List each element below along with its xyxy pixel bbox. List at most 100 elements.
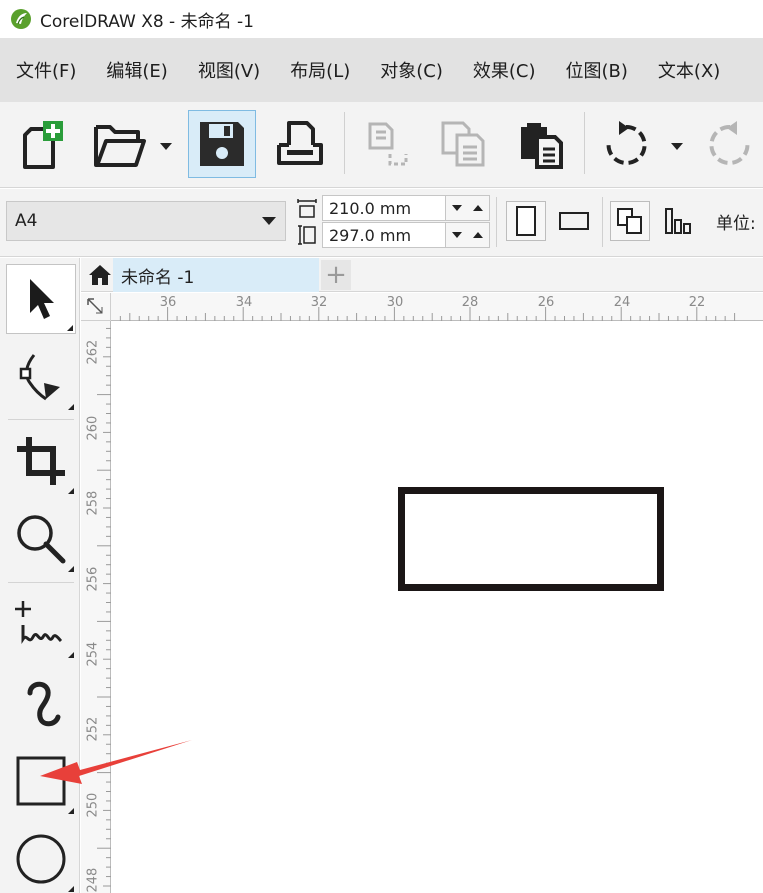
- rectangle-tool-icon: [16, 756, 66, 806]
- ruler-label: 26: [537, 295, 555, 310]
- open-button[interactable]: [86, 110, 154, 178]
- home-icon: [89, 265, 111, 285]
- rectangle-tool[interactable]: [6, 746, 76, 816]
- redo-button[interactable]: [696, 110, 763, 178]
- paste-icon: [521, 123, 563, 169]
- toolbox-divider: [8, 419, 74, 420]
- spin-up-icon: [473, 232, 484, 238]
- zoom-tool[interactable]: [6, 504, 76, 574]
- ruler-label: 24: [613, 295, 631, 310]
- landscape-icon: [559, 212, 589, 230]
- ellipse-tool[interactable]: [6, 824, 76, 893]
- menu-layout[interactable]: 布局(L): [274, 57, 364, 83]
- title-bar: CorelDRAW X8 - 未命名 -1: [0, 0, 763, 38]
- page-size-dropdown[interactable]: A4: [6, 201, 286, 241]
- pick-tool-icon: [30, 279, 54, 319]
- new-tab-button[interactable]: +: [321, 260, 351, 290]
- menu-bar: 文件(F) 编辑(E) 视图(V) 布局(L) 对象(C) 效果(C) 位图(B…: [0, 38, 763, 102]
- document-tab-label: 未命名 -1: [121, 267, 195, 288]
- all-pages-button[interactable]: [610, 201, 650, 241]
- chevron-down-icon: [160, 143, 172, 150]
- ruler-label: 260: [85, 415, 101, 441]
- property-separator: [602, 197, 603, 247]
- menu-file[interactable]: 文件(F): [0, 57, 90, 83]
- page-height-row: 297.0 mm: [296, 222, 490, 248]
- shape-tool[interactable]: [6, 342, 76, 412]
- flyout-indicator: [68, 566, 74, 572]
- menu-object[interactable]: 对象(C): [364, 57, 457, 83]
- page-height-input[interactable]: 297.0 mm: [322, 222, 446, 248]
- coreldraw-logo-icon: [11, 9, 31, 29]
- page-height-spinner[interactable]: [446, 222, 490, 248]
- window-title: CorelDRAW X8 - 未命名 -1: [40, 11, 254, 32]
- undo-dropdown-arrow[interactable]: [669, 138, 685, 154]
- open-folder-icon: [94, 125, 146, 167]
- undo-button[interactable]: [592, 110, 660, 178]
- menu-text[interactable]: 文本(X): [642, 57, 734, 83]
- flyout-indicator: [67, 325, 73, 331]
- new-document-button[interactable]: [6, 110, 74, 178]
- shape-tool-icon: [19, 354, 60, 401]
- menu-view[interactable]: 视图(V): [182, 57, 274, 83]
- toolbox: [0, 258, 80, 893]
- units-label: 单位:: [716, 214, 756, 234]
- current-page-icon: [665, 208, 691, 234]
- page-size-value: A4: [15, 211, 38, 231]
- menu-effects[interactable]: 效果(C): [457, 57, 550, 83]
- ruler-label: 36: [159, 295, 177, 310]
- menu-edit[interactable]: 编辑(E): [90, 57, 181, 83]
- property-bar: A4 210.0 mm 297.0 mm 单位:: [0, 189, 763, 257]
- undo-icon: [606, 121, 647, 165]
- save-button[interactable]: [188, 110, 256, 178]
- freehand-tool[interactable]: [6, 590, 76, 660]
- redo-icon: [709, 121, 750, 165]
- horizontal-ruler[interactable]: 36 34 32 30 28 26 24 22: [111, 293, 763, 321]
- print-button[interactable]: [266, 110, 334, 178]
- page-width-spinner[interactable]: [446, 195, 490, 221]
- artistic-media-tool[interactable]: [6, 668, 76, 738]
- all-pages-icon: [617, 208, 642, 234]
- copy-button[interactable]: [430, 110, 498, 178]
- cut-button[interactable]: [352, 110, 420, 178]
- crop-tool[interactable]: [6, 426, 76, 496]
- ruler-label: 258: [85, 490, 101, 516]
- document-tabs: 未命名 -1 +: [81, 258, 763, 292]
- vertical-ruler[interactable]: 262 260 258 256 254 252 250 248: [81, 321, 111, 893]
- print-icon: [277, 121, 323, 165]
- open-dropdown-arrow[interactable]: [158, 138, 174, 154]
- artistic-media-tool-icon: [27, 681, 61, 727]
- toolbar-separator: [584, 112, 585, 174]
- drawing-canvas[interactable]: [112, 322, 763, 893]
- current-page-button[interactable]: [658, 201, 698, 241]
- flyout-indicator: [68, 652, 74, 658]
- menu-bitmaps[interactable]: 位图(B): [550, 57, 642, 83]
- portrait-icon: [516, 206, 536, 236]
- flyout-indicator: [68, 808, 74, 814]
- chevron-down-icon: [262, 217, 276, 225]
- new-document-icon: [23, 121, 63, 169]
- ruler-label: 34: [235, 295, 253, 310]
- toolbar-separator: [344, 112, 345, 174]
- landscape-button[interactable]: [554, 201, 594, 241]
- ruler-label: 28: [461, 295, 479, 310]
- pick-tool[interactable]: [6, 264, 76, 334]
- ellipse-tool-icon: [16, 834, 66, 884]
- copy-icon: [441, 121, 485, 167]
- drawn-rectangle[interactable]: [398, 487, 664, 591]
- page-width-input[interactable]: 210.0 mm: [322, 195, 446, 221]
- ruler-label: 250: [85, 792, 101, 818]
- ruler-label: 262: [85, 339, 101, 365]
- flyout-indicator: [68, 404, 74, 410]
- page-width-row: 210.0 mm: [296, 195, 490, 221]
- home-tab[interactable]: [87, 262, 113, 288]
- page-width-icon: [297, 199, 317, 218]
- ruler-label: 32: [310, 295, 328, 310]
- portrait-button[interactable]: [506, 201, 546, 241]
- document-tab[interactable]: 未命名 -1: [113, 258, 319, 292]
- freehand-tool-icon: [15, 601, 63, 644]
- ruler-origin[interactable]: [81, 293, 111, 321]
- ruler-label: 30: [386, 295, 404, 310]
- zoom-tool-icon: [17, 515, 66, 564]
- spin-down-icon: [451, 232, 462, 238]
- paste-button[interactable]: [506, 110, 574, 178]
